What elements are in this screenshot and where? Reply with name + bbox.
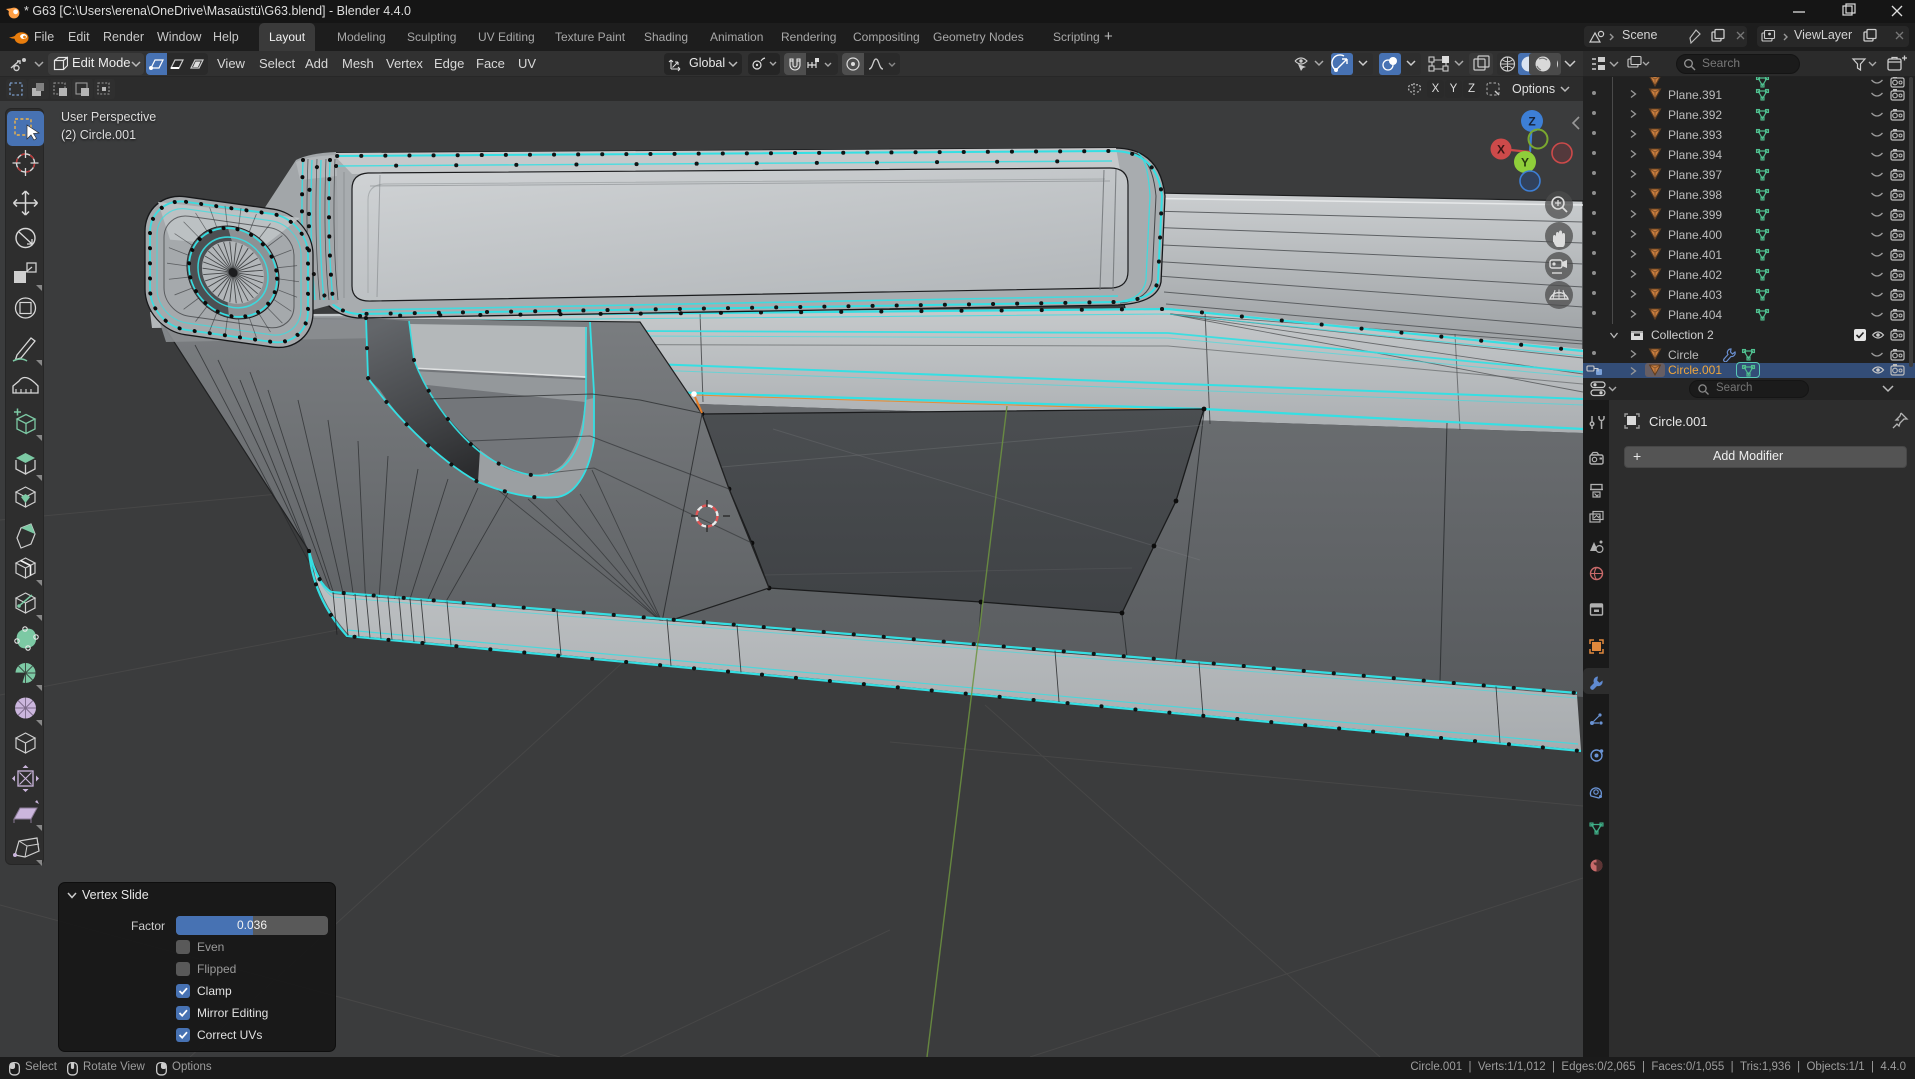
svg-text:Y: Y — [1521, 156, 1529, 170]
svg-text:Z: Z — [1528, 115, 1535, 129]
svg-text:X: X — [1497, 143, 1505, 157]
